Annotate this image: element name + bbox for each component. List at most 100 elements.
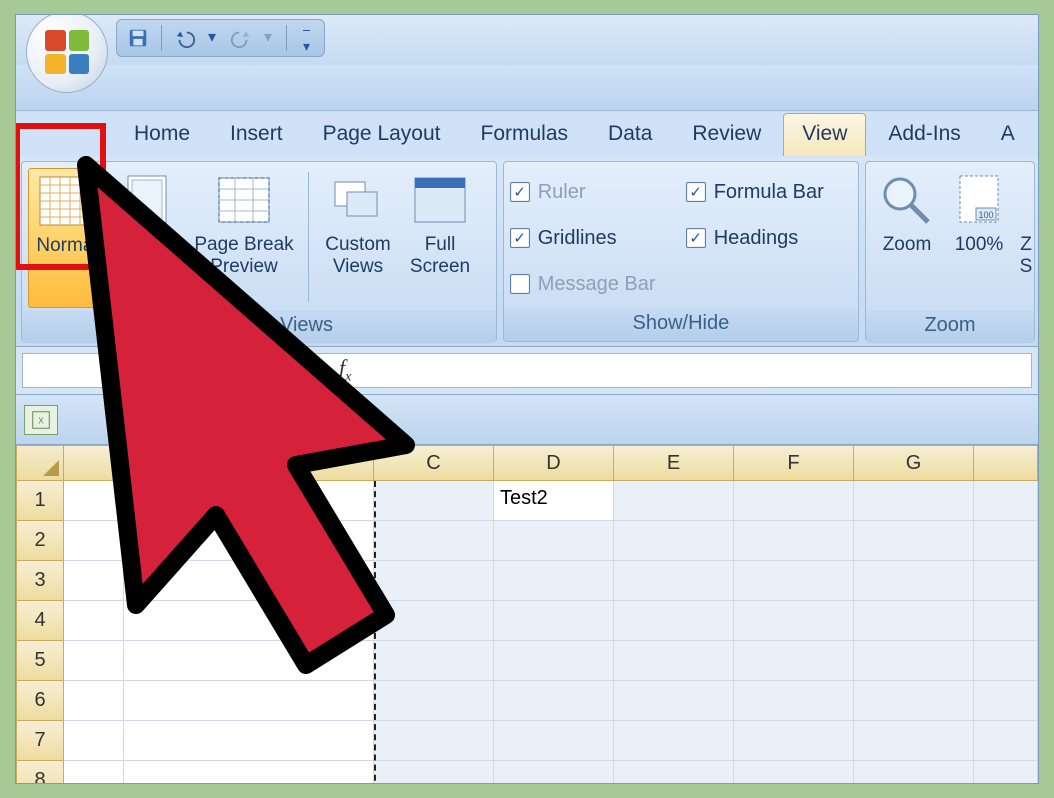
cell-a6[interactable] [64, 681, 124, 721]
cell-h7[interactable] [974, 721, 1038, 761]
tab-page-layout[interactable]: Page Layout [305, 114, 459, 156]
cell-g8[interactable] [854, 761, 974, 784]
cell-c7[interactable] [374, 721, 494, 761]
cell-c6[interactable] [374, 681, 494, 721]
zoom-button[interactable]: Zoom [872, 168, 942, 308]
cell-f7[interactable] [734, 721, 854, 761]
cell-g5[interactable] [854, 641, 974, 681]
row-header-6[interactable]: 6 [16, 681, 64, 721]
redo-icon[interactable] [230, 27, 252, 49]
cell-a4[interactable] [64, 601, 124, 641]
tab-addins[interactable]: Add-Ins [870, 114, 978, 156]
cell-h2[interactable] [974, 521, 1038, 561]
cell-a8[interactable] [64, 761, 124, 784]
formula-input[interactable]: fx [308, 353, 1032, 388]
cell-b7[interactable] [124, 721, 374, 761]
cell-h1[interactable] [974, 481, 1038, 521]
cell-b4[interactable] [124, 601, 374, 641]
save-icon[interactable] [127, 27, 149, 49]
column-header-c[interactable]: C [374, 445, 494, 481]
cell-h4[interactable] [974, 601, 1038, 641]
row-header-5[interactable]: 5 [16, 641, 64, 681]
qat-customize-icon[interactable]: ⎯▾ [299, 21, 314, 55]
normal-view-button[interactable]: Normal [28, 168, 106, 308]
redo-dropdown-icon[interactable]: ▾ [264, 27, 274, 49]
cell-g7[interactable] [854, 721, 974, 761]
cell-e2[interactable] [614, 521, 734, 561]
cell-f1[interactable] [734, 481, 854, 521]
cell-d4[interactable] [494, 601, 614, 641]
cell-f3[interactable] [734, 561, 854, 601]
cell-g4[interactable] [854, 601, 974, 641]
cell-a3[interactable] [64, 561, 124, 601]
cell-f5[interactable] [734, 641, 854, 681]
cell-c2[interactable] [374, 521, 494, 561]
full-screen-button[interactable]: Full Screen [403, 168, 477, 308]
cell-c1[interactable] [374, 481, 494, 521]
cell-h5[interactable] [974, 641, 1038, 681]
column-header-g[interactable]: G [854, 445, 974, 481]
tab-home[interactable]: Home [116, 114, 208, 156]
cell-d1[interactable]: Test2 [494, 481, 614, 521]
cell-h6[interactable] [974, 681, 1038, 721]
cell-a2[interactable] [64, 521, 124, 561]
cell-g1[interactable] [854, 481, 974, 521]
cell-c5[interactable] [374, 641, 494, 681]
row-header-1[interactable]: 1 [16, 481, 64, 521]
row-header-3[interactable]: 3 [16, 561, 64, 601]
spreadsheet-grid[interactable]: C D E F G 1 Test2 2 [16, 445, 1038, 784]
cell-b5[interactable] [124, 641, 374, 681]
cell-f2[interactable] [734, 521, 854, 561]
cell-d8[interactable] [494, 761, 614, 784]
cell-f4[interactable] [734, 601, 854, 641]
name-box-dropdown-icon[interactable]: ▼ [279, 363, 293, 379]
cell-b6[interactable] [124, 681, 374, 721]
cell-f8[interactable] [734, 761, 854, 784]
cell-b3[interactable] [124, 561, 374, 601]
cell-a1[interactable] [64, 481, 124, 521]
column-header-e[interactable]: E [614, 445, 734, 481]
cell-b8[interactable] [124, 761, 374, 784]
tab-review[interactable]: Review [674, 114, 779, 156]
column-header-extra[interactable] [974, 445, 1038, 481]
cell-a5[interactable] [64, 641, 124, 681]
cell-d7[interactable] [494, 721, 614, 761]
column-header-b[interactable] [124, 445, 374, 481]
cell-e7[interactable] [614, 721, 734, 761]
cell-d3[interactable] [494, 561, 614, 601]
page-break-preview-button[interactable]: Page Break Preview [188, 168, 300, 308]
select-all-corner[interactable] [16, 445, 64, 481]
page-layout-button[interactable]: Page Layout [110, 168, 184, 308]
tab-data[interactable]: Data [590, 114, 670, 156]
zoom-selection-button-partial[interactable]: Z S [1016, 168, 1036, 308]
cell-g3[interactable] [854, 561, 974, 601]
office-button[interactable] [26, 14, 108, 93]
cell-d6[interactable] [494, 681, 614, 721]
tab-partial[interactable]: A [983, 114, 1033, 156]
cell-g6[interactable] [854, 681, 974, 721]
cell-e1[interactable] [614, 481, 734, 521]
column-header-d[interactable]: D [494, 445, 614, 481]
cell-g2[interactable] [854, 521, 974, 561]
undo-dropdown-icon[interactable]: ▾ [208, 27, 218, 49]
gridlines-checkbox[interactable]: Gridlines [510, 218, 682, 258]
cell-h3[interactable] [974, 561, 1038, 601]
undo-icon[interactable] [174, 27, 196, 49]
cell-d5[interactable] [494, 641, 614, 681]
cell-e5[interactable] [614, 641, 734, 681]
tab-view[interactable]: View [783, 113, 866, 156]
tab-formulas[interactable]: Formulas [463, 114, 587, 156]
headings-checkbox[interactable]: Headings [686, 218, 824, 258]
row-header-4[interactable]: 4 [16, 601, 64, 641]
row-header-2[interactable]: 2 [16, 521, 64, 561]
cell-b2[interactable] [124, 521, 374, 561]
custom-views-button[interactable]: Custom Views [317, 168, 399, 308]
name-box[interactable]: ▼ [22, 353, 302, 388]
cell-e8[interactable] [614, 761, 734, 784]
cell-c8[interactable] [374, 761, 494, 784]
tab-insert[interactable]: Insert [212, 114, 301, 156]
column-header-f[interactable]: F [734, 445, 854, 481]
cell-e3[interactable] [614, 561, 734, 601]
cell-c3[interactable] [374, 561, 494, 601]
cell-a7[interactable] [64, 721, 124, 761]
